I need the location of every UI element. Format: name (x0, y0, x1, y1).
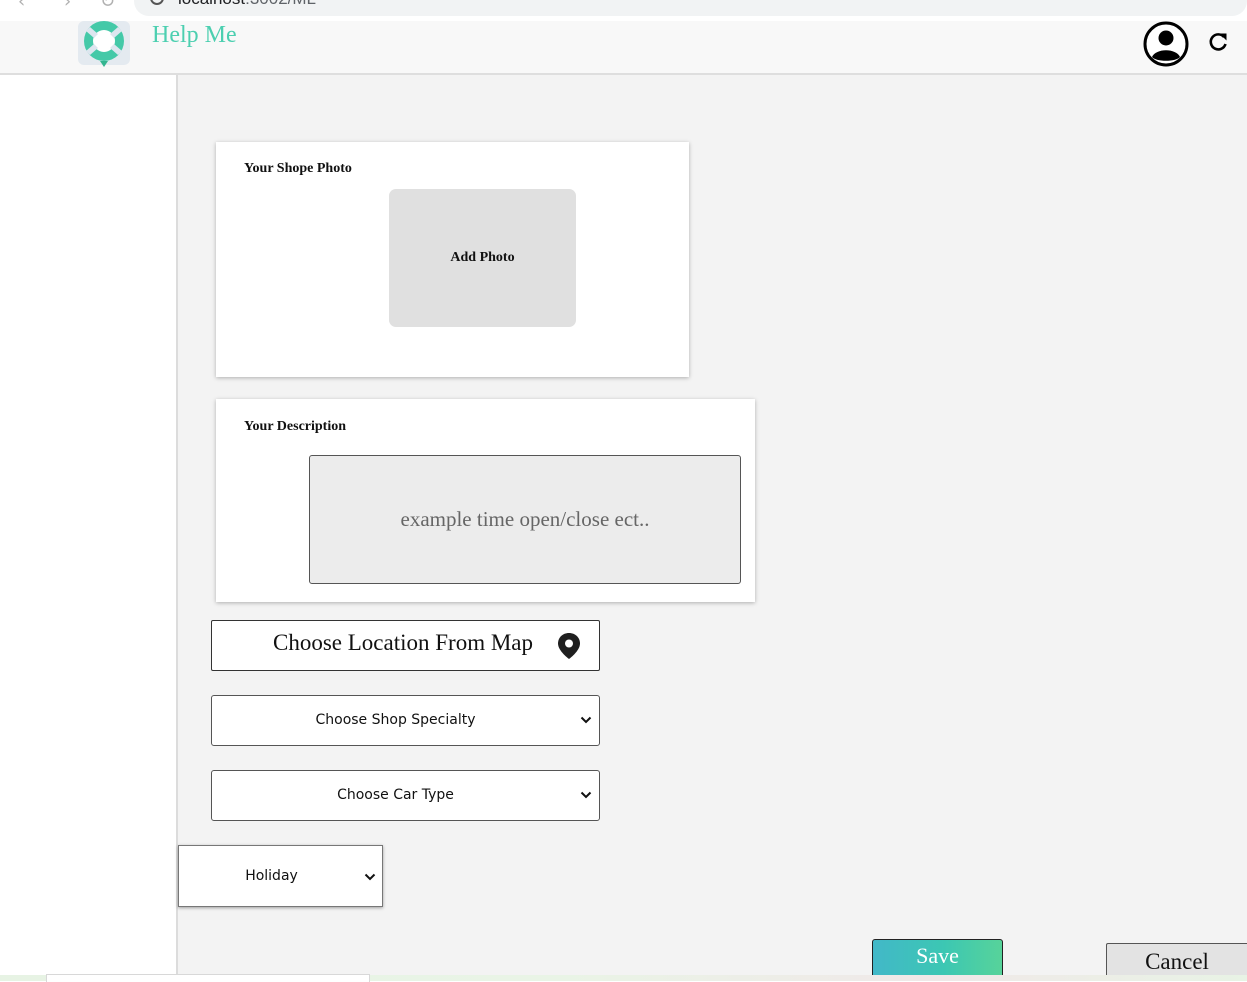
shop-specialty-value: Choose Shop Specialty (315, 712, 476, 728)
app-title[interactable]: Help Me (152, 22, 237, 49)
holiday-select[interactable]: Holiday (178, 845, 383, 907)
description-label: Your Description (244, 419, 347, 434)
shop-photo-label: Your Shope Photo (244, 161, 352, 176)
browser-toolbar: ‹ › ↻ localhost:3002/ML (0, 0, 1247, 21)
holiday-value: Holiday (245, 868, 298, 884)
address-bar-url[interactable]: localhost:3002/ML (178, 0, 316, 9)
chevron-down-icon (580, 791, 592, 799)
description-card: Your Description example time open/close… (216, 399, 755, 602)
choose-location-label: Choose Location From Map (273, 630, 533, 655)
reload-icon[interactable]: ↻ (100, 0, 115, 12)
lifebuoy-icon[interactable] (76, 21, 132, 67)
chevron-down-icon (364, 873, 376, 881)
shop-photo-card: Your Shope Photo Add Photo (216, 142, 689, 377)
chevron-down-icon (580, 716, 592, 724)
car-type-select[interactable]: Choose Car Type (211, 770, 600, 821)
shop-specialty-select[interactable]: Choose Shop Specialty (211, 695, 600, 746)
choose-location-button[interactable]: Choose Location From Map (211, 620, 600, 671)
description-textarea[interactable]: example time open/close ect.. (309, 455, 741, 584)
map-pin-icon (558, 633, 580, 659)
forward-arrow-icon[interactable]: › (64, 0, 71, 12)
sidebar (0, 75, 178, 975)
user-circle-icon[interactable] (1143, 21, 1189, 67)
car-type-value: Choose Car Type (337, 787, 454, 803)
add-photo-button[interactable]: Add Photo (389, 189, 576, 327)
app-header: Help Me (0, 21, 1247, 75)
back-arrow-icon[interactable]: ‹ (18, 0, 25, 12)
refresh-icon[interactable] (1207, 31, 1229, 53)
